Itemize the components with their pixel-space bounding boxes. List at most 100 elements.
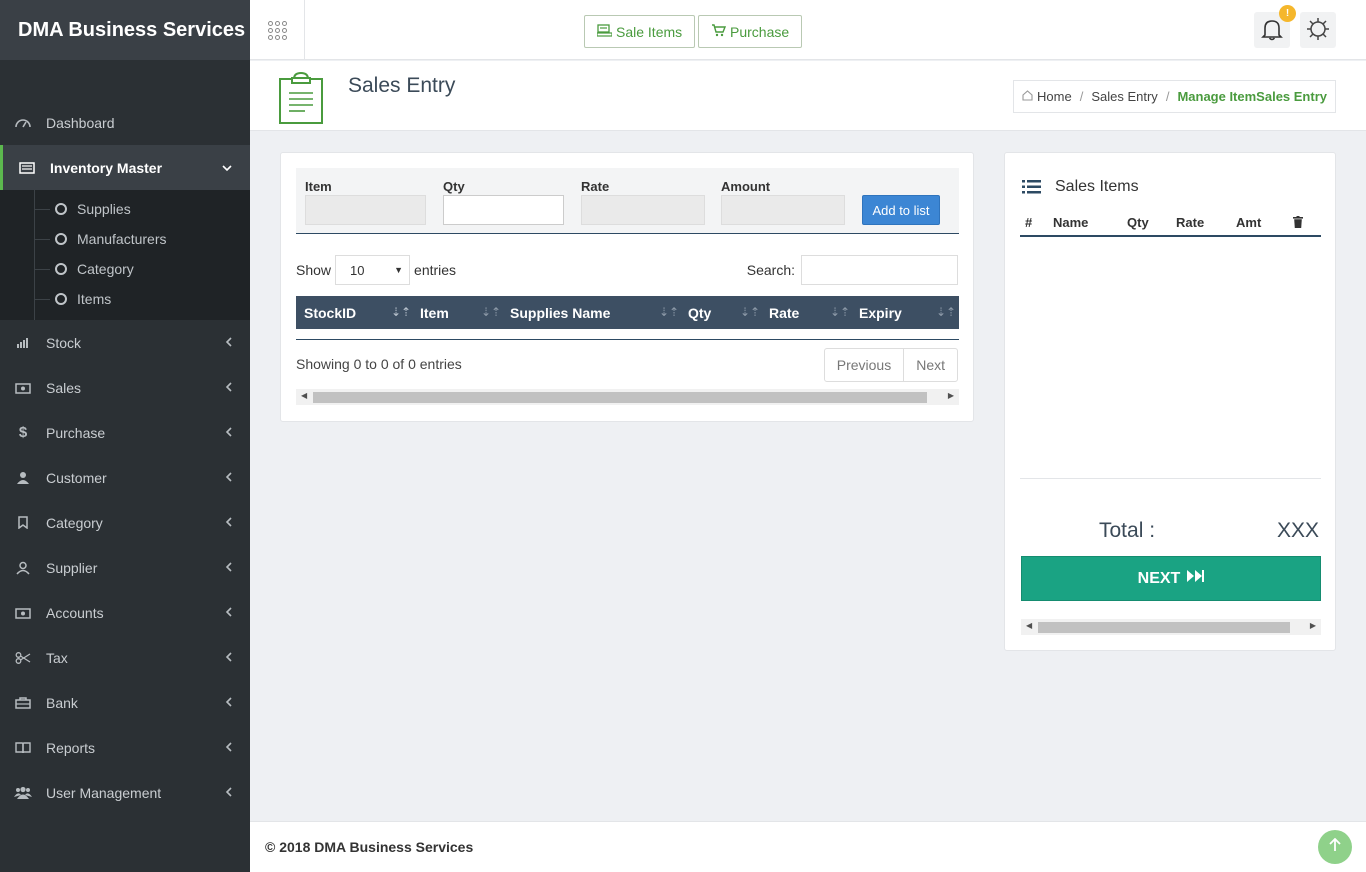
- submenu-item-items[interactable]: Items: [0, 284, 250, 314]
- search-input[interactable]: [801, 255, 958, 285]
- next-button[interactable]: NEXT: [1021, 556, 1321, 601]
- scroll-right-icon[interactable]: ▶: [948, 391, 954, 400]
- table-horizontal-scrollbar[interactable]: ◀ ▶: [296, 389, 959, 405]
- chevron-left-icon: [225, 516, 232, 530]
- gear-icon: [1306, 17, 1330, 44]
- chevron-down-icon: [222, 161, 232, 175]
- sidebar-item-supplier[interactable]: Supplier: [0, 545, 250, 590]
- pagination: Previous Next: [823, 348, 958, 382]
- register-icon: [596, 23, 613, 40]
- scroll-to-top-button[interactable]: [1318, 830, 1352, 864]
- users-icon: [14, 786, 32, 800]
- sidebar-item-category[interactable]: Category: [0, 500, 250, 545]
- chevron-left-icon: [225, 741, 232, 755]
- next-button-label: NEXT: [1137, 569, 1181, 587]
- breadcrumb: Home / Sales Entry / Manage ItemSales En…: [1013, 80, 1336, 113]
- breadcrumb-current: Manage ItemSales Entry: [1177, 89, 1327, 104]
- qty-field[interactable]: [443, 195, 564, 225]
- sort-icon[interactable]: ⇣⇡: [936, 305, 956, 319]
- column-header-rate[interactable]: Rate: [769, 296, 799, 329]
- sidebar-item-sales[interactable]: Sales: [0, 365, 250, 410]
- sales-entry-card: Item Qty Rate Amount Add to list Show 10…: [280, 152, 974, 422]
- submenu-item-supplies[interactable]: Supplies: [0, 194, 250, 224]
- sidebar-item-label: Bank: [46, 694, 78, 711]
- next-page-button[interactable]: Next: [903, 349, 957, 381]
- settings-button[interactable]: [1300, 12, 1336, 48]
- item-entry-row: Item Qty Rate Amount Add to list: [296, 168, 959, 234]
- submenu-item-manufacturers[interactable]: Manufacturers: [0, 224, 250, 254]
- scroll-left-icon[interactable]: ◀: [1026, 621, 1032, 630]
- scrollbar-thumb[interactable]: [313, 392, 927, 403]
- table-bottom-border: [296, 339, 959, 340]
- sales-items-title: Sales Items: [1055, 178, 1139, 195]
- sidebar-item-user-management[interactable]: User Management: [0, 770, 250, 815]
- item-field[interactable]: [305, 195, 426, 225]
- notifications-button[interactable]: !: [1254, 5, 1296, 48]
- sidebar-item-accounts[interactable]: Accounts: [0, 590, 250, 635]
- copyright-text: © 2018 DMA Business Services: [265, 839, 474, 855]
- show-label: Show: [296, 262, 332, 278]
- sales-items-table-header: # Name Qty Rate Amt: [1020, 211, 1321, 237]
- rate-field[interactable]: [581, 195, 705, 225]
- brand-title[interactable]: DMA Business Services: [0, 0, 250, 60]
- sort-icon[interactable]: ⇣⇡: [830, 305, 850, 319]
- submenu-item-category[interactable]: Category: [0, 254, 250, 284]
- sales-items-divider: [1020, 478, 1321, 479]
- arrow-up-icon: [1329, 837, 1341, 857]
- breadcrumb-home[interactable]: Home: [1037, 89, 1072, 104]
- sidebar-item-dashboard[interactable]: Dashboard: [0, 100, 250, 145]
- money-icon: [14, 381, 32, 395]
- submenu-label: Items: [77, 291, 112, 307]
- column-header-qty[interactable]: Qty: [688, 296, 711, 329]
- dashboard-icon: [14, 116, 32, 130]
- previous-page-button[interactable]: Previous: [825, 349, 903, 381]
- breadcrumb-sales-entry[interactable]: Sales Entry: [1091, 89, 1157, 104]
- sort-icon[interactable]: ⇣⇡: [740, 305, 760, 319]
- sort-icon[interactable]: ⇣⇡: [659, 305, 679, 319]
- column-header-expiry[interactable]: Expiry: [859, 296, 902, 329]
- table-search: Search:: [747, 255, 958, 285]
- sidebar-nav: Dashboard Inventory Master Supplies Manu…: [0, 60, 250, 815]
- column-header-qty: Qty: [1127, 215, 1149, 230]
- page-title: Sales Entry: [348, 74, 456, 97]
- apps-grid-button[interactable]: [250, 0, 305, 60]
- column-header-supplies-name[interactable]: Supplies Name: [510, 296, 610, 329]
- caret-down-icon: ▼: [394, 265, 404, 275]
- scroll-right-icon[interactable]: ▶: [1310, 621, 1316, 630]
- scroll-left-icon[interactable]: ◀: [301, 391, 307, 400]
- purchase-button[interactable]: Purchase: [698, 15, 803, 48]
- column-header-index: #: [1025, 215, 1033, 230]
- sale-items-button[interactable]: Sale Items: [584, 15, 696, 48]
- sales-items-horizontal-scrollbar[interactable]: ◀ ▶: [1021, 619, 1321, 635]
- chevron-left-icon: [225, 696, 232, 710]
- inventory-submenu: Supplies Manufacturers Category Items: [0, 190, 250, 320]
- sort-icon[interactable]: ⇣⇡: [481, 305, 501, 319]
- footer: © 2018 DMA Business Services: [250, 821, 1366, 872]
- sidebar-item-stock[interactable]: Stock: [0, 320, 250, 365]
- add-to-list-button[interactable]: Add to list: [862, 195, 940, 225]
- column-header-item[interactable]: Item: [420, 296, 449, 329]
- column-header-amt: Amt: [1236, 215, 1262, 230]
- forward-icon: [1186, 569, 1205, 588]
- trash-icon[interactable]: [1293, 216, 1303, 231]
- sidebar-item-customer[interactable]: Customer: [0, 455, 250, 500]
- chevron-left-icon: [225, 471, 232, 485]
- sidebar-item-bank[interactable]: Bank: [0, 680, 250, 725]
- home-icon: [1022, 89, 1033, 104]
- amount-field[interactable]: [721, 195, 845, 225]
- sidebar-item-label: Sales: [46, 379, 82, 396]
- sort-asc-icon[interactable]: ⇣⇡: [391, 305, 411, 319]
- chevron-left-icon: [225, 606, 232, 620]
- dollar-icon: $: [18, 424, 28, 441]
- page-size-select[interactable]: 10 ▼: [335, 255, 411, 285]
- sidebar-item-reports[interactable]: Reports: [0, 725, 250, 770]
- column-header-stockid[interactable]: StockID: [304, 296, 356, 329]
- sidebar-item-tax[interactable]: Tax: [0, 635, 250, 680]
- circle-icon: [55, 203, 67, 215]
- circle-icon: [55, 293, 67, 305]
- sales-items-card: Sales Items # Name Qty Rate Amt Total : …: [1004, 152, 1336, 651]
- sidebar-item-purchase[interactable]: $ Purchase: [0, 410, 250, 455]
- sidebar-item-inventory-master[interactable]: Inventory Master: [0, 145, 250, 190]
- chevron-left-icon: [225, 786, 232, 800]
- scrollbar-thumb[interactable]: [1038, 622, 1290, 633]
